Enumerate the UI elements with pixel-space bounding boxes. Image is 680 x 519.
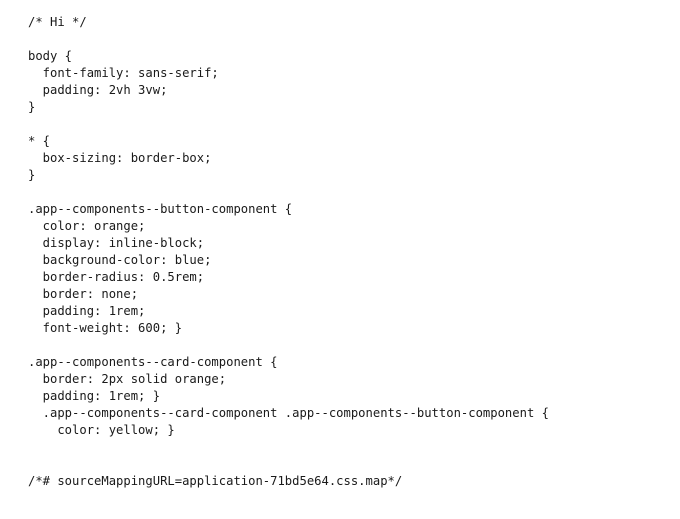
code-text: /* Hi */ body { font-family: sans-serif;… <box>28 15 549 488</box>
css-code-block: /* Hi */ body { font-family: sans-serif;… <box>0 0 680 504</box>
